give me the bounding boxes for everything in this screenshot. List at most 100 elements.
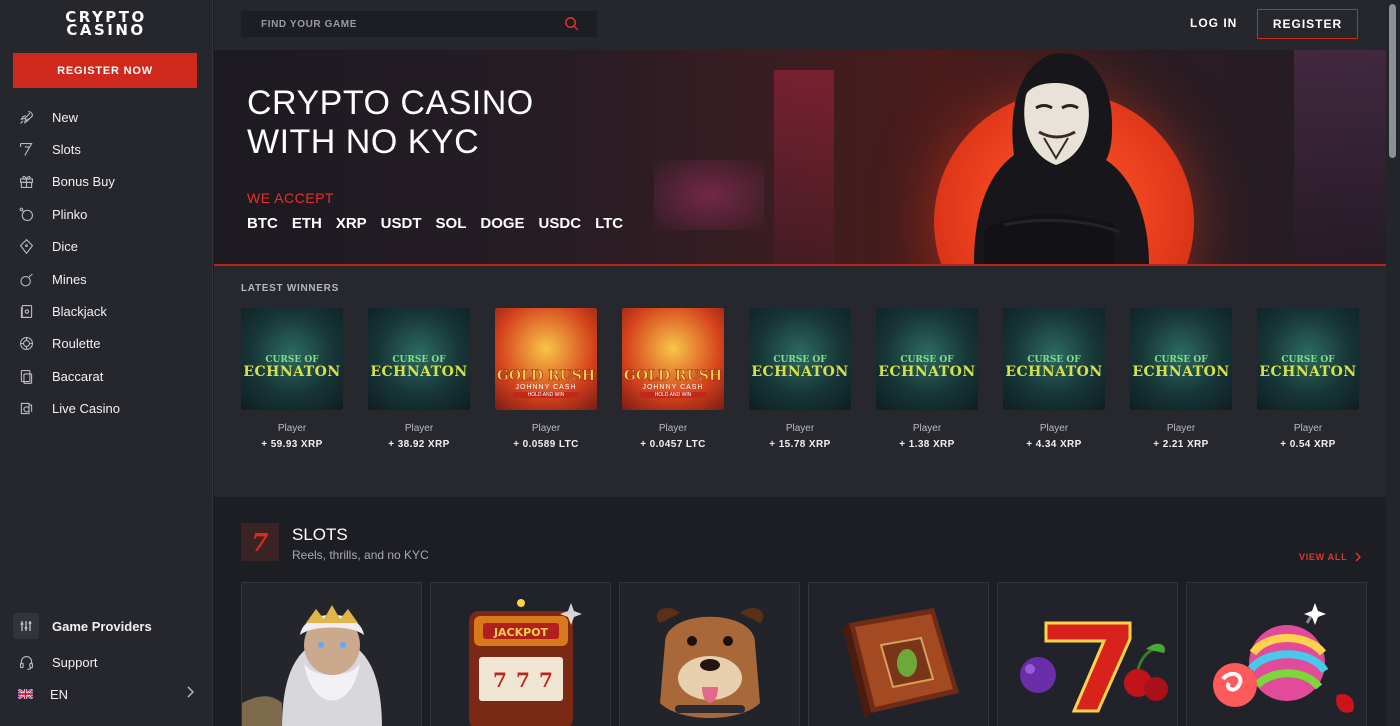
game-title: ECHNATON bbox=[1259, 364, 1357, 380]
slot-card-spellbook[interactable] bbox=[808, 582, 989, 726]
sidebar-item-label: Plinko bbox=[52, 206, 88, 222]
dice-icon bbox=[17, 238, 35, 256]
game-subtitle: JOHNNY CASH bbox=[515, 384, 577, 391]
game-title: ECHNATON bbox=[1005, 364, 1103, 380]
register-now-button[interactable]: REGISTER NOW bbox=[13, 53, 197, 88]
accepted-coins: BTC ETH XRP USDT SOL DOGE USDC LTC bbox=[247, 215, 623, 232]
slot-seven-glyph: 7 bbox=[251, 527, 269, 557]
neon-sign-glow bbox=[1294, 50, 1386, 264]
sliders-icon bbox=[13, 613, 39, 639]
coin-btc: BTC bbox=[247, 215, 278, 232]
coin-sol: SOL bbox=[435, 215, 467, 232]
slot-card-lucky-seven[interactable] bbox=[997, 582, 1178, 726]
register-button[interactable]: REGISTER bbox=[1257, 9, 1358, 39]
winner-card[interactable]: GOLD RUSH JOHNNY CASH HOLD AND WIN Player + … bbox=[622, 308, 724, 450]
search-icon[interactable] bbox=[564, 16, 579, 31]
top-bar: LOG IN REGISTER bbox=[214, 0, 1386, 50]
slot-card-candy-bomb[interactable] bbox=[1186, 582, 1367, 726]
hero-title-line2: WITH NO KYC bbox=[247, 123, 480, 161]
sidebar-item-baccarat[interactable]: Baccarat bbox=[0, 360, 212, 392]
chevron-right-icon bbox=[1355, 552, 1362, 562]
game-title: GOLD RUSH bbox=[496, 368, 596, 385]
winner-player-name: Player bbox=[1039, 423, 1069, 434]
curse-of-echnaton-thumbnail: CURSE OF ECHNATON bbox=[1003, 308, 1105, 410]
winner-card[interactable]: CURSE OF ECHNATON Player + 59.93 XRP bbox=[241, 308, 343, 450]
sidebar-item-label: Live Casino bbox=[52, 401, 120, 417]
winner-amount: + 0.0457 LTC bbox=[640, 439, 706, 450]
winner-card[interactable]: CURSE OF ECHNATON Player + 2.21 XRP bbox=[1130, 308, 1232, 450]
sidebar-item-bonus-buy[interactable]: Bonus Buy bbox=[0, 166, 212, 198]
sidebar-item-slots[interactable]: Slots bbox=[0, 133, 212, 165]
support-button[interactable]: Support bbox=[0, 646, 212, 678]
search-input[interactable] bbox=[241, 18, 541, 30]
scrollbar-thumb[interactable] bbox=[1389, 4, 1396, 158]
jackpot-label: JACKPOT bbox=[493, 626, 549, 639]
hero-banner[interactable]: CRYPTO CASINO WITH NO KYC WE ACCEPT BTC … bbox=[214, 50, 1386, 266]
sidebar-item-dice[interactable]: Dice bbox=[0, 231, 212, 263]
neon-sign-glow bbox=[654, 160, 764, 230]
sidebar-item-label: Bonus Buy bbox=[52, 174, 115, 190]
curse-of-echnaton-thumbnail: CURSE OF ECHNATON bbox=[1130, 308, 1232, 410]
zeus-art bbox=[242, 583, 421, 726]
coin-usdc: USDC bbox=[538, 215, 582, 232]
game-title: ECHNATON bbox=[878, 364, 976, 380]
slot-card-jackpot[interactable]: JACKPOT 7 7 7 bbox=[430, 582, 611, 726]
slots-list: JACKPOT 7 7 7 bbox=[241, 582, 1367, 726]
sidebar-item-label: Mines bbox=[52, 271, 87, 287]
sidebar-item-label: Baccarat bbox=[52, 368, 104, 384]
curse-of-echnaton-thumbnail: CURSE OF ECHNATON bbox=[876, 308, 978, 410]
coin-eth: ETH bbox=[291, 215, 322, 232]
slots-subtitle: Reels, thrills, and no KYC bbox=[292, 548, 429, 562]
sidebar-item-mines[interactable]: Mines bbox=[0, 263, 212, 295]
sidebar: CRYPTO CASINO REGISTER NOW New Slots Bon… bbox=[0, 0, 213, 726]
winner-card[interactable]: CURSE OF ECHNATON Player + 0.54 XRP bbox=[1257, 308, 1359, 450]
curse-of-echnaton-thumbnail: CURSE OF ECHNATON bbox=[368, 308, 470, 410]
logo-line2: CASINO bbox=[66, 21, 146, 39]
svg-text:7: 7 bbox=[539, 668, 553, 692]
login-button[interactable]: LOG IN bbox=[1190, 16, 1237, 30]
we-accept-label: WE ACCEPT bbox=[247, 190, 334, 206]
winner-card[interactable]: GOLD RUSH JOHNNY CASH HOLD AND WIN Player + … bbox=[495, 308, 597, 450]
game-subtitle: JOHNNY CASH bbox=[642, 384, 704, 391]
winner-card[interactable]: CURSE OF ECHNATON Player + 38.92 XRP bbox=[368, 308, 470, 450]
game-title: ECHNATON bbox=[243, 364, 341, 380]
slot-card-zeus[interactable] bbox=[241, 582, 422, 726]
coin-ltc: LTC bbox=[595, 215, 624, 232]
main-content: CRYPTO CASINO WITH NO KYC WE ACCEPT BTC … bbox=[214, 50, 1386, 726]
sidebar-item-roulette[interactable]: Roulette bbox=[0, 328, 212, 360]
winner-player-name: Player bbox=[531, 423, 561, 434]
curse-of-echnaton-thumbnail: CURSE OF ECHNATON bbox=[241, 308, 343, 410]
game-title: ECHNATON bbox=[751, 364, 849, 380]
slot-card-bulldog[interactable] bbox=[619, 582, 800, 726]
sidebar-item-plinko[interactable]: Plinko bbox=[0, 198, 212, 230]
svg-text:7: 7 bbox=[516, 668, 530, 692]
sidebar-bottom: Game Providers Support EN bbox=[0, 610, 212, 710]
winner-player-name: Player bbox=[277, 423, 307, 434]
coin-usdt: USDT bbox=[380, 215, 422, 232]
view-all-link[interactable]: VIEW ALL bbox=[1299, 552, 1362, 562]
gold-rush-thumbnail: GOLD RUSH JOHNNY CASH HOLD AND WIN bbox=[495, 308, 597, 410]
gold-rush-thumbnail: GOLD RUSH JOHNNY CASH HOLD AND WIN bbox=[622, 308, 724, 410]
svg-text:7: 7 bbox=[493, 668, 507, 692]
winner-card[interactable]: CURSE OF ECHNATON Player + 15.78 XRP bbox=[749, 308, 851, 450]
hero-title-line1: CRYPTO CASINO bbox=[247, 84, 534, 122]
headset-icon bbox=[13, 654, 39, 671]
uk-flag-icon bbox=[18, 689, 33, 699]
spellbook-art bbox=[809, 583, 988, 726]
winner-player-name: Player bbox=[658, 423, 688, 434]
sidebar-item-blackjack[interactable]: Blackjack bbox=[0, 295, 212, 327]
game-title: ECHNATON bbox=[1132, 364, 1230, 380]
sidebar-item-live-casino[interactable]: Live Casino bbox=[0, 393, 212, 425]
logo[interactable]: CRYPTO CASINO bbox=[60, 10, 152, 39]
winner-card[interactable]: CURSE OF ECHNATON Player + 1.38 XRP bbox=[876, 308, 978, 450]
sidebar-item-label: Dice bbox=[52, 239, 79, 255]
hero-title: CRYPTO CASINO WITH NO KYC bbox=[247, 84, 534, 162]
game-providers-button[interactable]: Game Providers bbox=[0, 610, 212, 642]
language-selector[interactable]: EN bbox=[0, 678, 212, 710]
curse-of-echnaton-thumbnail: CURSE OF ECHNATON bbox=[749, 308, 851, 410]
sidebar-item-new[interactable]: New bbox=[0, 101, 212, 133]
winner-amount: + 0.0589 LTC bbox=[513, 439, 579, 450]
chevron-right-icon bbox=[186, 685, 195, 703]
winner-card[interactable]: CURSE OF ECHNATON Player + 4.34 XRP bbox=[1003, 308, 1105, 450]
sidebar-item-label: Blackjack bbox=[52, 304, 107, 320]
